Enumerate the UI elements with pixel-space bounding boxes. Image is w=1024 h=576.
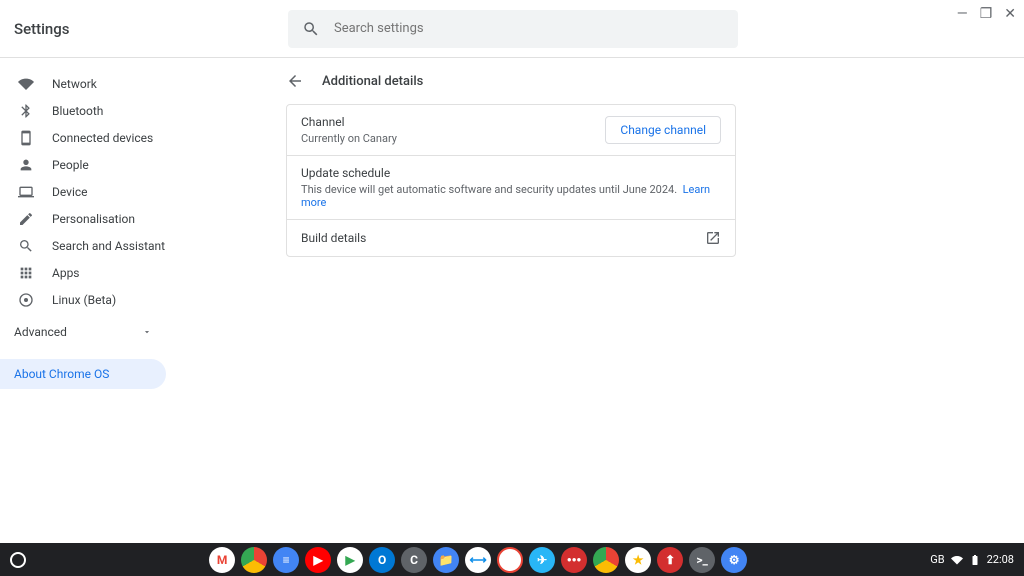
- minimize-button[interactable]: —: [957, 6, 968, 22]
- sidebar-item-apps[interactable]: Apps: [0, 259, 166, 286]
- maximize-button[interactable]: ❐: [980, 6, 993, 22]
- sidebar-item-label: Network: [52, 77, 97, 91]
- details-card: Channel Currently on Canary Change chann…: [286, 104, 736, 257]
- build-title: Build details: [301, 231, 366, 245]
- app-round-icon[interactable]: [497, 547, 523, 573]
- status-tray[interactable]: GB 22:08: [930, 553, 1014, 566]
- sidebar-item-search[interactable]: Search and Assistant: [0, 232, 166, 259]
- sidebar-item-label: Apps: [52, 266, 80, 280]
- linux-icon: [18, 292, 34, 308]
- sidebar-item-connected-devices[interactable]: Connected devices: [0, 124, 166, 151]
- sidebar-advanced[interactable]: Advanced: [0, 313, 166, 351]
- update-row: Update schedule This device will get aut…: [287, 156, 735, 220]
- channel-row: Channel Currently on Canary Change chann…: [287, 105, 735, 156]
- update-text: This device will get automatic software …: [301, 183, 677, 196]
- settings-icon[interactable]: ⚙: [721, 547, 747, 573]
- outlook-icon[interactable]: O: [369, 547, 395, 573]
- sidebar-item-network[interactable]: Network: [0, 70, 166, 97]
- battery-status-icon: [969, 554, 981, 566]
- back-arrow-icon[interactable]: [286, 72, 304, 90]
- sidebar-item-people[interactable]: People: [0, 151, 166, 178]
- telegram-icon[interactable]: ✈: [529, 547, 555, 573]
- terminal-icon[interactable]: >_: [689, 547, 715, 573]
- youtube-icon[interactable]: ▶: [305, 547, 331, 573]
- app-c-icon[interactable]: C: [401, 547, 427, 573]
- close-button[interactable]: ✕: [1004, 6, 1016, 22]
- clock: 22:08: [987, 553, 1014, 566]
- launcher-button[interactable]: [10, 552, 26, 568]
- files-icon[interactable]: 📁: [433, 547, 459, 573]
- chrome-icon[interactable]: [241, 547, 267, 573]
- upload-icon[interactable]: ⬆: [657, 547, 683, 573]
- sidebar-item-label: Linux (Beta): [52, 293, 116, 307]
- sidebar-item-label: Connected devices: [52, 131, 153, 145]
- laptop-icon: [18, 184, 34, 200]
- channel-sub: Currently on Canary: [301, 132, 605, 145]
- sidebar-item-label: Search and Assistant: [52, 239, 165, 253]
- sidebar-item-bluetooth[interactable]: Bluetooth: [0, 97, 166, 124]
- playstore-icon[interactable]: ▶: [337, 547, 363, 573]
- sidebar-item-label: Bluetooth: [52, 104, 103, 118]
- chevron-down-icon: [142, 327, 152, 337]
- star-icon[interactable]: ★: [625, 547, 651, 573]
- content-title: Additional details: [322, 74, 423, 89]
- sidebar-item-personalisation[interactable]: Personalisation: [0, 205, 166, 232]
- teamviewer-icon[interactable]: ⟷: [465, 547, 491, 573]
- search-box[interactable]: [288, 10, 738, 48]
- shelf-apps: M ≡ ▶ ▶ O C 📁 ⟷ ✈ ●●● ★ ⬆ >_ ⚙: [26, 547, 930, 573]
- content-header: Additional details: [286, 58, 736, 104]
- channel-title: Channel: [301, 115, 605, 129]
- wifi-status-icon: [951, 554, 963, 566]
- device-icon: [18, 130, 34, 146]
- gmail-icon[interactable]: M: [209, 547, 235, 573]
- build-row[interactable]: Build details: [287, 220, 735, 256]
- bluetooth-icon: [18, 103, 34, 119]
- header: Settings: [0, 0, 1024, 58]
- page-title: Settings: [0, 20, 288, 38]
- sidebar: Network Bluetooth Connected devices Peop…: [0, 58, 166, 543]
- update-title: Update schedule: [301, 166, 721, 180]
- sidebar-about[interactable]: About Chrome OS: [0, 359, 166, 389]
- docs-icon[interactable]: ≡: [273, 547, 299, 573]
- advanced-label: Advanced: [14, 325, 67, 339]
- update-sub: This device will get automatic software …: [301, 183, 721, 209]
- app-red-icon[interactable]: ●●●: [561, 547, 587, 573]
- external-link-icon: [705, 230, 721, 246]
- shelf: M ≡ ▶ ▶ O C 📁 ⟷ ✈ ●●● ★ ⬆ >_ ⚙ GB 22:08: [0, 543, 1024, 576]
- sidebar-item-device[interactable]: Device: [0, 178, 166, 205]
- pencil-icon: [18, 211, 34, 227]
- sidebar-item-label: People: [52, 158, 89, 172]
- search-icon: [18, 238, 34, 254]
- sidebar-item-linux[interactable]: Linux (Beta): [0, 286, 166, 313]
- chrome2-icon[interactable]: [593, 547, 619, 573]
- sidebar-item-label: Device: [52, 185, 88, 199]
- change-channel-button[interactable]: Change channel: [605, 116, 721, 144]
- search-input[interactable]: [334, 21, 724, 36]
- wifi-icon: [18, 76, 34, 92]
- person-icon: [18, 157, 34, 173]
- window-controls: — ❐ ✕: [957, 6, 1016, 22]
- locale-indicator: GB: [930, 553, 944, 566]
- sidebar-item-label: Personalisation: [52, 212, 135, 226]
- apps-icon: [18, 265, 34, 281]
- search-icon: [302, 20, 320, 38]
